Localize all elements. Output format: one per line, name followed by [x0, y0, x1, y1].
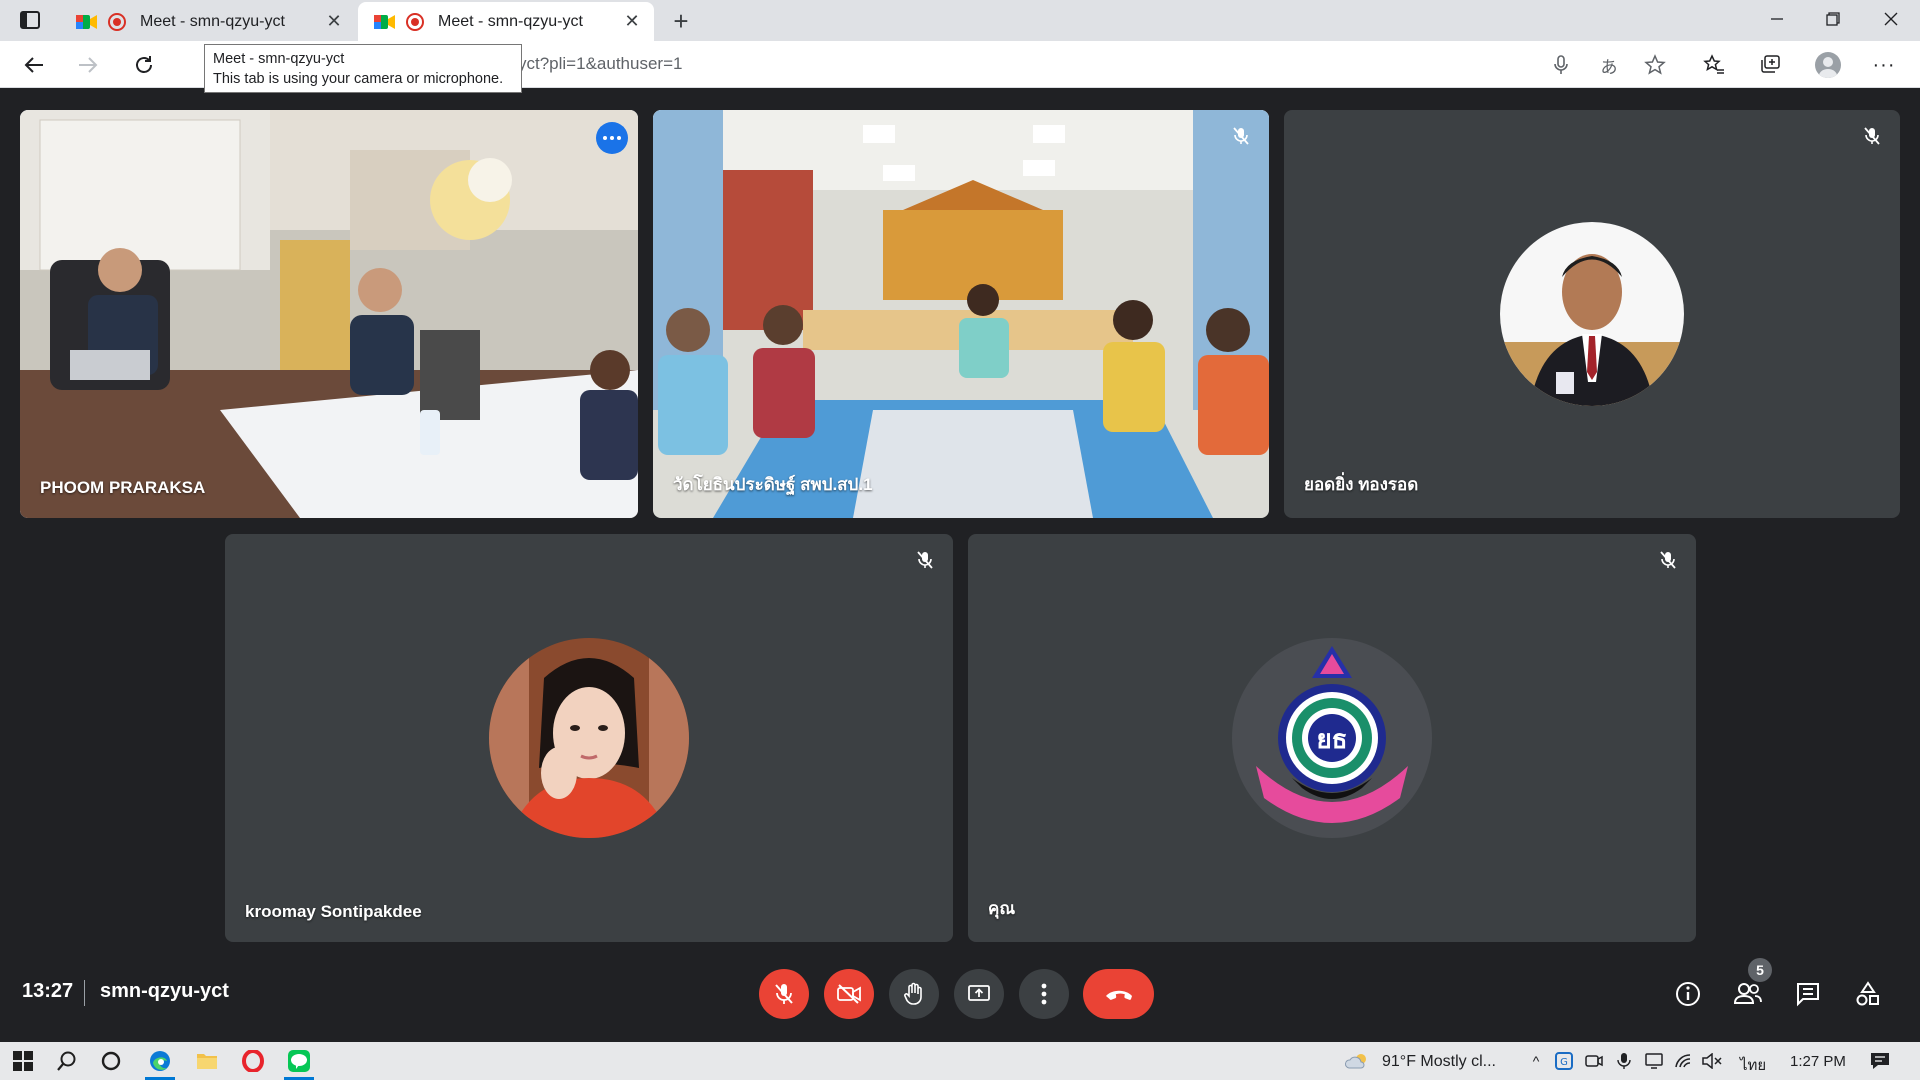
camera-toggle-button[interactable] [824, 969, 874, 1019]
search-icon[interactable] [48, 1046, 86, 1076]
wifi-icon[interactable] [1674, 1051, 1694, 1071]
collections-icon[interactable] [1754, 49, 1786, 81]
hand-icon [904, 982, 922, 1005]
participant-tile[interactable]: ยอดยิ่ง ทองรอด [1284, 110, 1900, 518]
show-hidden-icons-chevron-up-icon[interactable]: ^ [1526, 1051, 1546, 1071]
muted-mic-icon [1858, 122, 1886, 150]
windows-taskbar: 91°F Mostly cl... ^ G ไทย 1:27 PM [0, 1042, 1920, 1080]
recording-indicator-icon [108, 12, 126, 31]
present-screen-button[interactable] [954, 969, 1004, 1019]
recording-indicator-icon [406, 12, 424, 31]
tab-title: Meet - smn-qzyu-yct [438, 12, 583, 30]
meeting-details-button[interactable] [1668, 974, 1708, 1014]
school-emblem-avatar: ยธ [1232, 638, 1432, 838]
notifications-icon[interactable] [1870, 1051, 1890, 1071]
translate-icon[interactable]: あ [1598, 54, 1620, 77]
windows-start-icon[interactable] [4, 1046, 42, 1076]
system-clock[interactable]: 1:27 PM [1790, 1053, 1846, 1070]
more-options-button[interactable] [1019, 969, 1069, 1019]
muted-mic-icon [911, 546, 939, 574]
google-meet-icon [374, 14, 396, 30]
display-settings-icon[interactable] [1644, 1051, 1664, 1071]
info-icon [1676, 982, 1700, 1006]
people-icon [1733, 983, 1762, 1004]
file-explorer-icon[interactable] [188, 1046, 226, 1076]
settings-more-icon[interactable]: ··· [1868, 49, 1900, 81]
svg-text:G: G [1560, 1057, 1568, 1068]
participant-name: kroomay Sontipakdee [245, 902, 422, 921]
more-vertical-icon [1041, 983, 1047, 1005]
leave-call-button[interactable] [1083, 969, 1154, 1019]
camera-off-icon [837, 984, 861, 1004]
separator [84, 980, 85, 1006]
activities-button[interactable] [1848, 974, 1888, 1014]
line-app-icon[interactable] [280, 1046, 318, 1080]
chat-button[interactable] [1788, 974, 1828, 1014]
close-tab-icon[interactable]: ✕ [324, 11, 344, 32]
meeting-code: smn-qzyu-yct [100, 980, 229, 1002]
tab-actions-icon[interactable] [18, 9, 42, 31]
new-tab-button[interactable]: + [667, 6, 695, 36]
activities-shapes-icon [1856, 981, 1879, 1006]
mic-off-icon [775, 984, 793, 1004]
minimize-window-icon[interactable] [1754, 4, 1800, 34]
restore-window-icon[interactable] [1810, 4, 1856, 34]
microphone-in-use-icon[interactable] [1614, 1051, 1634, 1071]
raise-hand-button[interactable] [889, 969, 939, 1019]
muted-mic-icon [1654, 546, 1682, 574]
participant-name: ยอดยิ่ง ทองรอด [1304, 475, 1419, 494]
weather-cloud-icon[interactable] [1344, 1051, 1370, 1071]
weather-text[interactable]: 91°F Mostly cl... [1382, 1053, 1496, 1071]
tab-tooltip: Meet - smn-qzyu-yct This tab is using yo… [204, 44, 522, 93]
present-icon [968, 985, 990, 1001]
microphone-icon[interactable] [1550, 54, 1572, 76]
participant-video [20, 110, 638, 518]
participant-name: คุณ [988, 899, 1016, 918]
participant-avatar [489, 638, 689, 838]
tab-title: Meet - smn-qzyu-yct [140, 12, 285, 30]
chat-icon [1797, 983, 1819, 1007]
tooltip-text: This tab is using your camera or microph… [213, 71, 504, 87]
more-options-button[interactable] [596, 122, 628, 154]
tooltip-title: Meet - smn-qzyu-yct [213, 51, 345, 67]
participant-count-badge: 5 [1748, 958, 1772, 982]
close-window-icon[interactable] [1868, 4, 1914, 34]
browser-tab-2[interactable]: Meet - smn-qzyu-yct ✕ [358, 2, 654, 41]
meeting-clock: 13:27 [22, 980, 74, 1002]
muted-mic-icon [1227, 122, 1255, 150]
participant-name: PHOOM PRARAKSA [40, 478, 206, 497]
tray-app-icon[interactable]: G [1554, 1051, 1574, 1071]
participant-avatar [1500, 222, 1684, 406]
back-arrow-icon[interactable] [18, 49, 50, 81]
favorites-icon[interactable] [1698, 49, 1730, 81]
forward-arrow-icon[interactable] [72, 49, 104, 81]
input-language[interactable]: ไทย [1740, 1053, 1766, 1077]
google-meet-icon [76, 14, 98, 30]
mic-toggle-button[interactable] [759, 969, 809, 1019]
participant-tile[interactable]: kroomay Sontipakdee [225, 534, 953, 942]
cortana-icon[interactable] [92, 1046, 130, 1076]
edge-browser-icon[interactable] [141, 1046, 179, 1080]
browser-tab-strip: Meet - smn-qzyu-yct ✕ Meet - smn-qzyu-yc… [0, 0, 1920, 41]
svg-text:ยธ: ยธ [1316, 725, 1347, 755]
hang-up-icon [1105, 990, 1132, 1000]
opera-browser-icon[interactable] [234, 1046, 272, 1076]
url-text: yct?pli=1&authuser=1 [518, 54, 683, 73]
participant-name: วัดโยธินประดิษฐ์ สพป.สป.1 [673, 475, 873, 494]
browser-tab-1[interactable]: Meet - smn-qzyu-yct ✕ [60, 2, 356, 41]
camera-in-use-icon[interactable] [1584, 1051, 1604, 1071]
participant-tile[interactable]: PHOOM PRARAKSA [20, 110, 638, 518]
add-favorite-star-icon[interactable] [1644, 54, 1666, 76]
participant-tile[interactable]: ยธ คุณ [968, 534, 1696, 942]
volume-muted-icon[interactable] [1702, 1051, 1722, 1071]
profile-avatar[interactable] [1812, 49, 1844, 81]
close-tab-icon[interactable]: ✕ [622, 11, 642, 32]
participant-tile[interactable]: วัดโยธินประดิษฐ์ สพป.สป.1 [653, 110, 1269, 518]
reload-icon[interactable] [128, 49, 160, 81]
participant-video [653, 110, 1269, 518]
